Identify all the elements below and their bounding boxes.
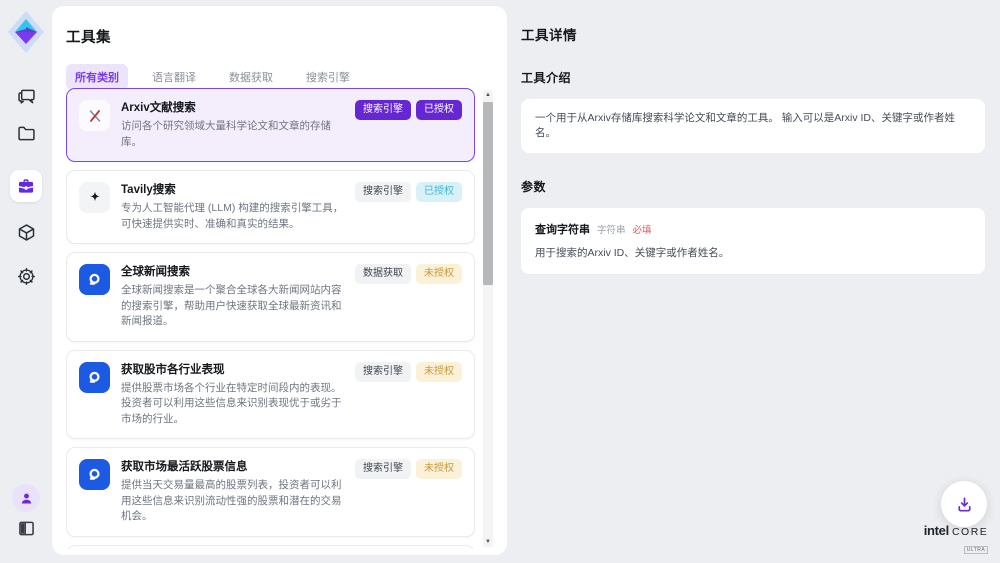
params-heading: 参数	[521, 178, 985, 195]
tool-badges: 数据获取未授权	[355, 264, 462, 330]
tool-name: Arxiv文献搜索	[121, 100, 344, 116]
auth-status-badge: 已授权	[416, 182, 462, 202]
scroll-down-icon[interactable]	[483, 537, 493, 547]
category-badge: 搜索引擎	[355, 362, 411, 382]
tool-description: 提供当天交易量最高的股票列表，投资者可以利用这些信息来识别流动性强的股票和潜在的…	[121, 478, 344, 525]
cube-icon[interactable]	[14, 220, 38, 244]
tab-all-categories[interactable]: 所有类别	[66, 64, 128, 90]
toolset-title: 工具集	[66, 26, 493, 47]
category-badge: 搜索引擎	[355, 459, 411, 479]
param-item: 查询字符串 字符串 必填 用于搜索的Arxiv ID、关键字或作者姓名。	[521, 208, 985, 274]
download-button[interactable]	[941, 481, 987, 527]
tool-badges: 搜索引擎未授权	[355, 459, 462, 525]
param-required-badge: 必填	[633, 222, 652, 236]
user-icon[interactable]	[12, 484, 40, 512]
tool-list: Arxiv文献搜索访问各个研究领域大量科学论文和文章的存储库。搜索引擎已授权Ta…	[66, 88, 493, 549]
tab-data-acquisition[interactable]: 数据获取	[220, 64, 282, 90]
tool-card[interactable]: 全球新闻搜索全球新闻搜索是一个聚合全球各大新闻网站内容的搜索引擎，帮助用户快速获…	[66, 252, 475, 342]
sparkle-icon	[79, 182, 110, 213]
left-rail	[0, 0, 52, 563]
folder-icon[interactable]	[14, 121, 38, 145]
core-wordmark: core	[952, 526, 988, 538]
intel-wordmark: intel	[924, 523, 949, 538]
gear-icon[interactable]	[14, 264, 38, 288]
tool-name: 获取股市各行业表现	[121, 362, 344, 378]
q-globe-icon	[79, 264, 110, 295]
category-badge: 搜索引擎	[355, 100, 411, 120]
intro-text: 一个用于从Arxiv存储库搜索科学论文和文章的工具。 输入可以是Arxiv ID…	[521, 99, 985, 153]
tool-name: Tavily搜索	[121, 182, 344, 198]
ultra-badge: ultra	[964, 546, 989, 554]
tool-card[interactable]: Tavily搜索专为人工智能代理 (LLM) 构建的搜索引擎工具，可快速提供实时…	[66, 170, 475, 244]
tool-description: 专为人工智能代理 (LLM) 构建的搜索引擎工具，可快速提供实时、准确和真实的结…	[121, 201, 344, 232]
scrollbar-thumb[interactable]	[483, 102, 493, 285]
intro-heading: 工具介绍	[521, 69, 985, 86]
auth-status-badge: 已授权	[416, 100, 462, 120]
auth-status-badge: 未授权	[416, 264, 462, 284]
tool-card[interactable]: Arxiv文献搜索访问各个研究领域大量科学论文和文章的存储库。搜索引擎已授权	[66, 88, 475, 162]
tool-description: 全球新闻搜索是一个聚合全球各大新闻网站内容的搜索引擎，帮助用户快速获取全球最新资…	[121, 283, 344, 330]
tool-description: 访问各个研究领域大量科学论文和文章的存储库。	[121, 119, 344, 150]
details-title: 工具详情	[521, 24, 985, 44]
tab-search-engine[interactable]: 搜索引擎	[297, 64, 359, 90]
category-badge: 搜索引擎	[355, 182, 411, 202]
param-name: 查询字符串	[535, 221, 590, 237]
auth-status-badge: 未授权	[416, 459, 462, 479]
intel-core-logo: intel core ultra	[920, 523, 992, 556]
scrollbar[interactable]	[483, 90, 493, 547]
toolset-panel: 工具集 所有类别 语言翻译 数据获取 搜索引擎 Arxiv文献搜索访问各个研究领…	[52, 6, 507, 555]
auth-status-badge: 未授权	[416, 362, 462, 382]
download-icon	[955, 495, 974, 514]
tool-card[interactable]: 万维地区新闻查询查询具体行政区划内的新闻，快速了解各地新闻动态。搜索引擎未授权	[66, 545, 475, 550]
param-desc: 用于搜索的Arxiv ID、关键字或作者姓名。	[535, 245, 971, 260]
tab-language-translation[interactable]: 语言翻译	[143, 64, 205, 90]
tool-name: 全球新闻搜索	[121, 264, 344, 280]
category-badge: 数据获取	[355, 264, 411, 284]
app-logo	[7, 10, 45, 54]
tool-card[interactable]: 获取股市各行业表现提供股票市场各个行业在特定时间段内的表现。投资者可以利用这些信…	[66, 350, 475, 440]
tool-badges: 搜索引擎已授权	[355, 182, 462, 232]
category-tabs: 所有类别 语言翻译 数据获取 搜索引擎	[66, 64, 493, 90]
tool-description: 提供股票市场各个行业在特定时间段内的表现。投资者可以利用这些信息来识别表现优于或…	[121, 381, 344, 428]
scroll-up-icon[interactable]	[483, 90, 493, 100]
q-globe-icon	[79, 459, 110, 490]
tool-badges: 搜索引擎未授权	[355, 362, 462, 428]
tool-card[interactable]: 获取市场最活跃股票信息提供当天交易量最高的股票列表，投资者可以利用这些信息来识别…	[66, 447, 475, 537]
chat-icon[interactable]	[14, 84, 38, 108]
arxiv-x-icon	[79, 100, 110, 131]
panel-layout-icon[interactable]	[14, 516, 38, 540]
briefcase-icon[interactable]	[10, 170, 42, 202]
tool-name: 获取市场最活跃股票信息	[121, 459, 344, 475]
tool-badges: 搜索引擎已授权	[355, 100, 462, 150]
tool-details: 工具详情 工具介绍 一个用于从Arxiv存储库搜索科学论文和文章的工具。 输入可…	[521, 0, 985, 274]
param-type: 字符串	[597, 222, 626, 236]
q-globe-icon	[79, 362, 110, 393]
